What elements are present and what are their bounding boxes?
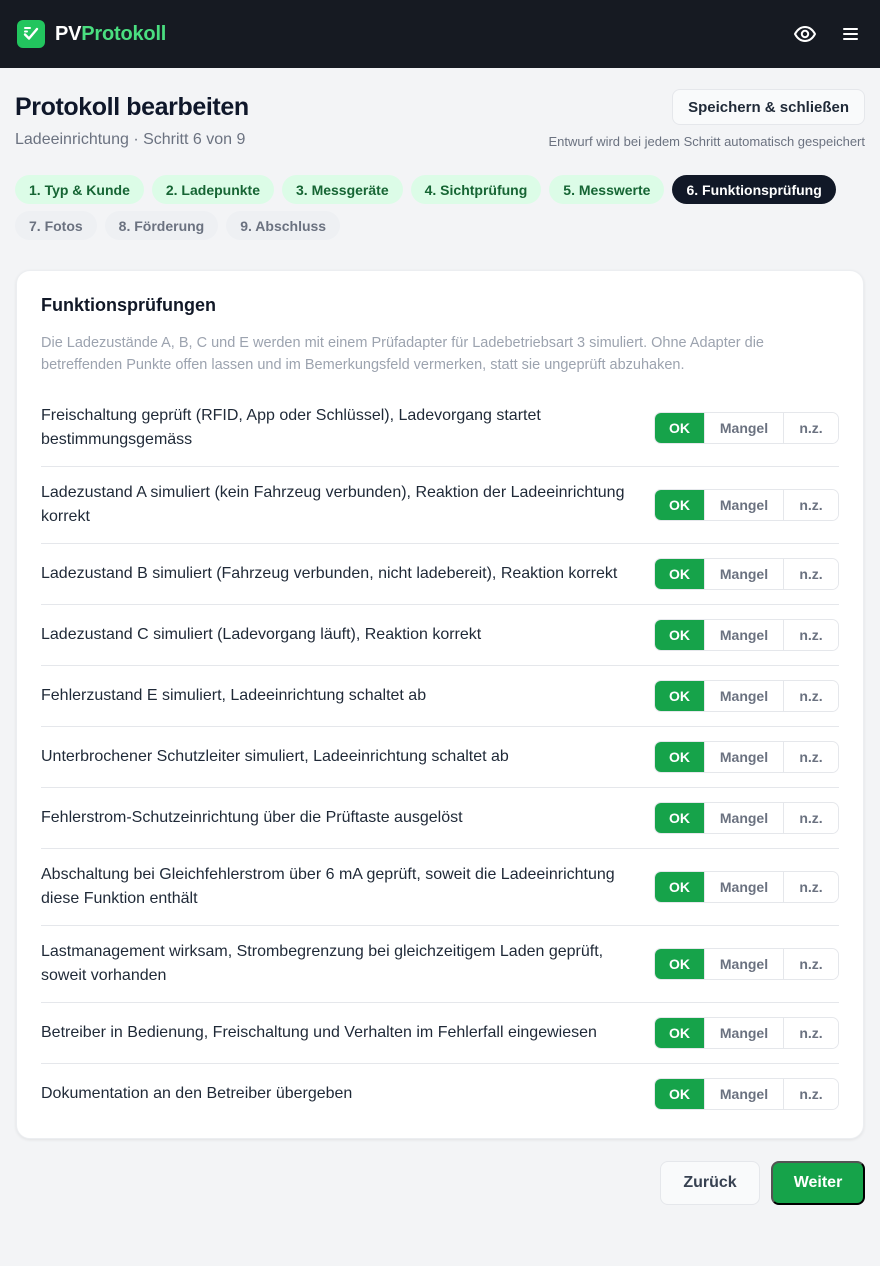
result-toggle: OK Mangel n.z. xyxy=(654,802,839,834)
result-toggle: OK Mangel n.z. xyxy=(654,741,839,773)
not-applicable-option[interactable]: n.z. xyxy=(783,620,838,650)
not-applicable-option[interactable]: n.z. xyxy=(783,1079,838,1109)
ok-option[interactable]: OK xyxy=(655,1018,704,1048)
autosave-note: Entwurf wird bei jedem Schritt automatis… xyxy=(548,134,865,149)
step-4[interactable]: 4. Sichtprüfung xyxy=(410,175,542,204)
not-applicable-option[interactable]: n.z. xyxy=(783,413,838,443)
step-2[interactable]: 2. Ladepunkte xyxy=(151,175,274,204)
function-test-card: Funktionsprüfungen Die Ladezustände A, B… xyxy=(16,270,864,1139)
ok-option[interactable]: OK xyxy=(655,949,704,979)
check-label: Unterbrochener Schutzleiter simuliert, L… xyxy=(41,748,509,765)
check-label: Ladezustand C simuliert (Ladevorgang läu… xyxy=(41,626,482,643)
not-applicable-option[interactable]: n.z. xyxy=(783,872,838,902)
check-label: Dokumentation an den Betreiber übergeben xyxy=(41,1085,353,1102)
step-7[interactable]: 7. Fotos xyxy=(15,211,97,240)
check-label: Freischaltung geprüft (RFID, App oder Sc… xyxy=(41,407,541,448)
check-label: Fehlerstrom-Schutzeinrichtung über die P… xyxy=(41,809,463,826)
check-row: Betreiber in Bedienung, Freischaltung un… xyxy=(41,1003,839,1064)
check-label: Fehlerzustand E simuliert, Ladeeinrichtu… xyxy=(41,687,427,704)
not-applicable-option[interactable]: n.z. xyxy=(783,1018,838,1048)
mangel-option[interactable]: Mangel xyxy=(704,490,783,520)
result-toggle: OK Mangel n.z. xyxy=(654,489,839,521)
header-left: Protokoll bearbeiten Ladeeinrichtung · S… xyxy=(15,92,249,149)
eye-icon[interactable] xyxy=(792,21,818,47)
result-toggle: OK Mangel n.z. xyxy=(654,558,839,590)
mangel-option[interactable]: Mangel xyxy=(704,742,783,772)
step-3[interactable]: 3. Messgeräte xyxy=(282,175,403,204)
result-toggle: OK Mangel n.z. xyxy=(654,1017,839,1049)
result-toggle: OK Mangel n.z. xyxy=(654,619,839,651)
brand-name-part1: PV xyxy=(55,22,82,45)
mangel-option[interactable]: Mangel xyxy=(704,1018,783,1048)
not-applicable-option[interactable]: n.z. xyxy=(783,559,838,589)
mangel-option[interactable]: Mangel xyxy=(704,803,783,833)
check-label: Lastmanagement wirksam, Strombegrenzung … xyxy=(41,943,604,984)
step-8[interactable]: 8. Förderung xyxy=(104,211,219,240)
check-row: Ladezustand B simuliert (Fahrzeug verbun… xyxy=(41,544,839,605)
step-6-active[interactable]: 6. Funktionsprüfung xyxy=(672,175,836,204)
mangel-option[interactable]: Mangel xyxy=(704,413,783,443)
ok-option[interactable]: OK xyxy=(655,413,704,443)
top-actions xyxy=(792,21,864,47)
top-bar: PVProtokoll xyxy=(0,0,880,68)
mangel-option[interactable]: Mangel xyxy=(704,620,783,650)
check-label: Betreiber in Bedienung, Freischaltung un… xyxy=(41,1024,597,1041)
step-navigation: 1. Typ & Kunde 2. Ladepunkte 3. Messgerä… xyxy=(0,149,880,240)
step-5[interactable]: 5. Messwerte xyxy=(549,175,665,204)
mangel-option[interactable]: Mangel xyxy=(704,559,783,589)
step-9[interactable]: 9. Abschluss xyxy=(226,211,341,240)
back-button[interactable]: Zurück xyxy=(660,1161,760,1205)
ok-option[interactable]: OK xyxy=(655,872,704,902)
ok-option[interactable]: OK xyxy=(655,742,704,772)
footer-actions: Zurück Weiter xyxy=(0,1139,880,1205)
result-toggle: OK Mangel n.z. xyxy=(654,412,839,444)
result-toggle: OK Mangel n.z. xyxy=(654,871,839,903)
not-applicable-option[interactable]: n.z. xyxy=(783,949,838,979)
ok-option[interactable]: OK xyxy=(655,681,704,711)
ok-option[interactable]: OK xyxy=(655,1079,704,1109)
page-title: Protokoll bearbeiten xyxy=(15,93,249,121)
mangel-option[interactable]: Mangel xyxy=(704,681,783,711)
not-applicable-option[interactable]: n.z. xyxy=(783,490,838,520)
check-row: Lastmanagement wirksam, Strombegrenzung … xyxy=(41,926,839,1003)
result-toggle: OK Mangel n.z. xyxy=(654,948,839,980)
save-and-close-button[interactable]: Speichern & schließen xyxy=(672,89,865,125)
mangel-option[interactable]: Mangel xyxy=(704,872,783,902)
mangel-option[interactable]: Mangel xyxy=(704,1079,783,1109)
check-row: Fehlerstrom-Schutzeinrichtung über die P… xyxy=(41,788,839,849)
page-header: Protokoll bearbeiten Ladeeinrichtung · S… xyxy=(0,68,880,149)
brand-name-part2: Protokoll xyxy=(81,22,167,45)
check-label: Ladezustand B simuliert (Fahrzeug verbun… xyxy=(41,565,618,582)
not-applicable-option[interactable]: n.z. xyxy=(783,742,838,772)
card-title: Funktionsprüfungen xyxy=(41,295,216,315)
brand-name: PVProtokoll xyxy=(55,23,166,46)
check-row: Ladezustand C simuliert (Ladevorgang läu… xyxy=(41,605,839,666)
check-row: Freischaltung geprüft (RFID, App oder Sc… xyxy=(41,390,839,467)
logo-icon xyxy=(17,20,45,48)
ok-option[interactable]: OK xyxy=(655,559,704,589)
check-label: Abschaltung bei Gleichfehlerstrom über 6… xyxy=(41,866,615,907)
check-row: Abschaltung bei Gleichfehlerstrom über 6… xyxy=(41,849,839,926)
step-1[interactable]: 1. Typ & Kunde xyxy=(15,175,144,204)
check-label: Ladezustand A simuliert (kein Fahrzeug v… xyxy=(41,484,625,525)
result-toggle: OK Mangel n.z. xyxy=(654,1078,839,1110)
not-applicable-option[interactable]: n.z. xyxy=(783,681,838,711)
ok-option[interactable]: OK xyxy=(655,490,704,520)
check-row: Ladezustand A simuliert (kein Fahrzeug v… xyxy=(41,467,839,544)
mangel-option[interactable]: Mangel xyxy=(704,949,783,979)
check-row: Dokumentation an den Betreiber übergeben… xyxy=(41,1064,839,1124)
result-toggle: OK Mangel n.z. xyxy=(654,680,839,712)
header-right: Speichern & schließen Entwurf wird bei j… xyxy=(548,89,865,149)
check-list: Freischaltung geprüft (RFID, App oder Sc… xyxy=(41,390,839,1124)
card-description: Die Ladezustände A, B, C und E werden mi… xyxy=(41,335,764,373)
ok-option[interactable]: OK xyxy=(655,803,704,833)
not-applicable-option[interactable]: n.z. xyxy=(783,803,838,833)
page-subtitle: Ladeeinrichtung · Schritt 6 von 9 xyxy=(15,131,246,148)
next-button[interactable]: Weiter xyxy=(771,1161,865,1205)
menu-icon[interactable] xyxy=(838,21,864,47)
check-row: Fehlerzustand E simuliert, Ladeeinrichtu… xyxy=(41,666,839,727)
ok-option[interactable]: OK xyxy=(655,620,704,650)
check-row: Unterbrochener Schutzleiter simuliert, L… xyxy=(41,727,839,788)
brand[interactable]: PVProtokoll xyxy=(17,20,166,48)
